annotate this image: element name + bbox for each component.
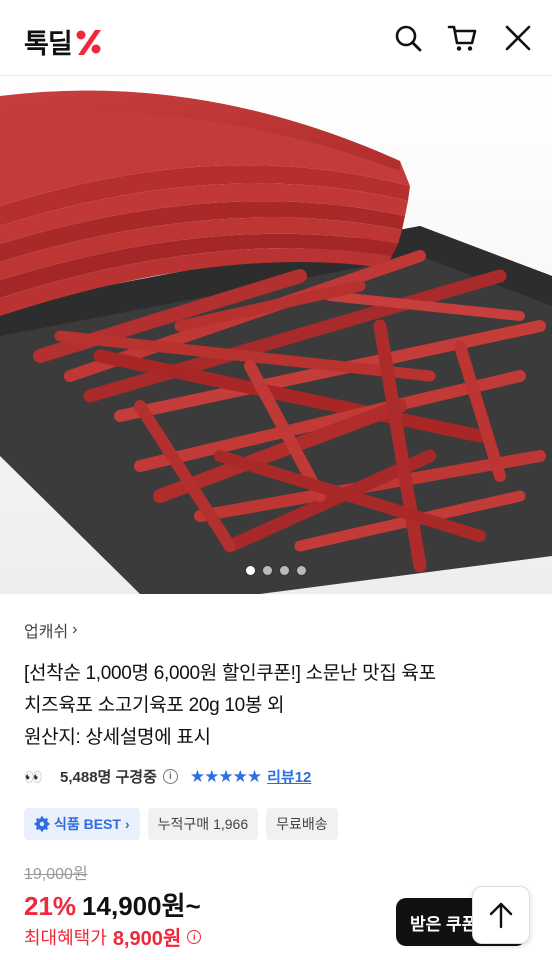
pagination-dot[interactable] <box>297 566 306 575</box>
price-row: 21% 14,900원~ <box>24 886 201 923</box>
pagination-dot[interactable] <box>246 566 255 575</box>
best-badge[interactable]: 식품 BEST › <box>24 808 140 840</box>
max-benefit-price: 8,900원 <box>112 928 182 950</box>
app-logo[interactable]: 톡딜 <box>24 22 104 61</box>
brand-name: 업캐쉬 <box>24 624 69 641</box>
chevron-right-icon: › <box>72 621 78 638</box>
best-badge-label: 식품 BEST <box>54 816 121 832</box>
search-icon[interactable] <box>392 22 424 54</box>
sale-price: 14,900원~ <box>82 891 201 921</box>
image-pagination <box>0 566 552 575</box>
info-icon[interactable]: i <box>187 929 202 944</box>
stats-row: 👀 5,488명 구경중 i ★★★★★ 리뷰12 <box>24 766 311 787</box>
brand-link[interactable]: 업캐쉬 › <box>24 618 534 642</box>
sold-count-badge: 누적구매 1,966 <box>147 808 259 840</box>
gear-icon <box>34 816 50 832</box>
max-benefit-label: 최대혜택가 <box>24 927 107 948</box>
free-shipping-badge: 무료배송 <box>266 808 338 840</box>
product-title: [선착순 1,000명 6,000원 할인쿠폰!] 소문난 맛집 육포 치즈육포… <box>24 658 534 754</box>
original-price: 19,000원 <box>24 866 88 883</box>
max-benefit-row: 최대혜택가 8,900원 i <box>24 922 202 951</box>
pagination-dot[interactable] <box>280 566 289 575</box>
info-icon[interactable]: i <box>162 769 178 784</box>
review-link[interactable]: 리뷰12 <box>267 766 311 787</box>
product-image[interactable] <box>0 76 552 594</box>
discount-rate: 21% <box>24 891 77 921</box>
origin-text: 원산지: 상세설명에 표시 <box>24 727 211 748</box>
eyes-icon: 👀 <box>24 768 43 786</box>
cart-icon[interactable] <box>446 22 478 54</box>
pagination-dot[interactable] <box>263 566 272 575</box>
percent-logo-icon <box>76 29 101 55</box>
top-header: 톡딜 <box>0 0 552 76</box>
product-info: 업캐쉬 › [선착순 1,000명 6,000원 할인쿠폰!] 소문난 맛집 육… <box>24 618 534 754</box>
rating-stars-icon: ★★★★★ <box>189 766 262 786</box>
close-icon[interactable] <box>502 22 534 54</box>
arrow-up-icon <box>489 902 513 929</box>
chevron-right-icon: › <box>125 816 130 832</box>
badge-row: 식품 BEST › 누적구매 1,966 무료배송 <box>24 808 338 840</box>
logo-text: 톡딜 <box>24 29 73 59</box>
scroll-top-button[interactable] <box>472 886 530 944</box>
title-line-2: 치즈육포 소고기육포 20g 10봉 외 <box>24 695 285 716</box>
title-line-1: [선착순 1,000명 6,000원 할인쿠폰!] 소문난 맛집 육포 <box>24 663 436 684</box>
coupon-button-label: 받은 쿠폰 <box>410 914 478 934</box>
viewer-count: 5,488명 구경중 <box>60 769 157 786</box>
